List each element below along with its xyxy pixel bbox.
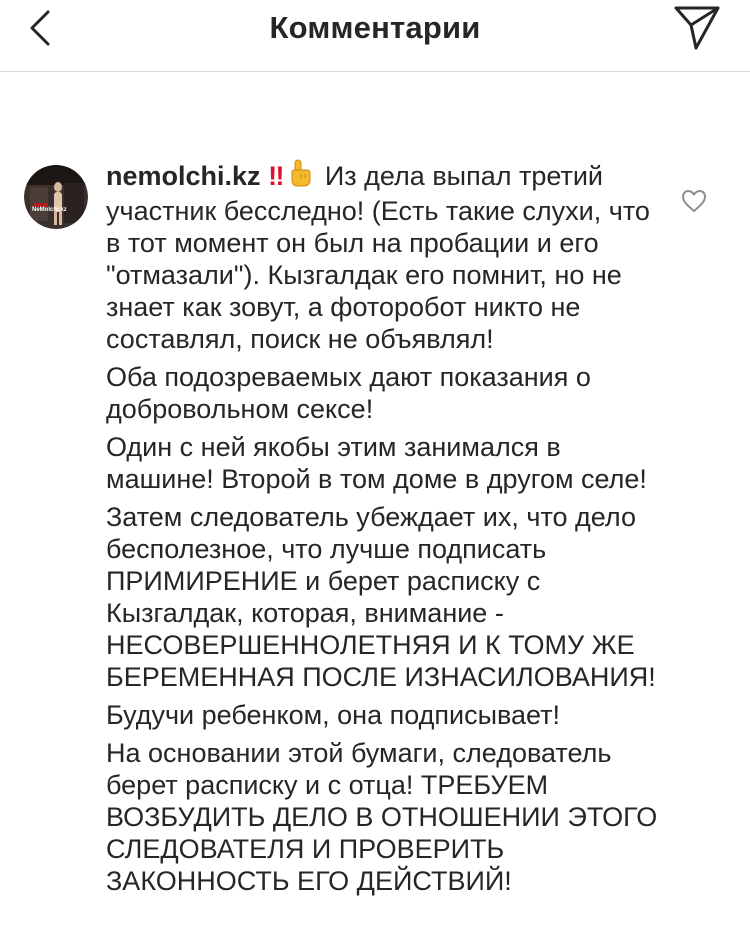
page-title: Комментарии [269, 10, 481, 45]
comment-paragraph: Затем следователь убеждает их, что дело … [106, 502, 656, 692]
heart-outline-icon [682, 190, 706, 212]
comment-paragraph: Оба подозреваемых дают показания о добро… [106, 362, 591, 424]
comment-paragraph: Один с ней якобы этим занимался в машине… [106, 432, 647, 494]
top-bar: Комментарии [0, 0, 750, 72]
comment-paragraph: На основании этой бумаги, следователь бе… [106, 738, 658, 896]
comment-body: nemolchi.kz ‼ Из дела выпал третий участ… [106, 158, 666, 903]
avatar[interactable]: NeMolchi.kz [24, 165, 88, 229]
avatar-image: NeMolchi.kz [24, 165, 88, 229]
comment-paragraph: nemolchi.kz ‼ Из дела выпал третий участ… [106, 158, 666, 355]
paper-plane-icon [674, 6, 720, 50]
comment-paragraph: Будучи ребенком, она подписывает! [106, 700, 561, 730]
username-link[interactable]: nemolchi.kz [106, 161, 261, 191]
share-button[interactable] [672, 4, 722, 52]
double-exclamation-icon: ‼ [268, 161, 284, 191]
like-button[interactable] [681, 189, 707, 213]
avatar-logo-text: NeMolchi.kz [32, 207, 67, 213]
point-up-hand-icon [287, 158, 313, 195]
